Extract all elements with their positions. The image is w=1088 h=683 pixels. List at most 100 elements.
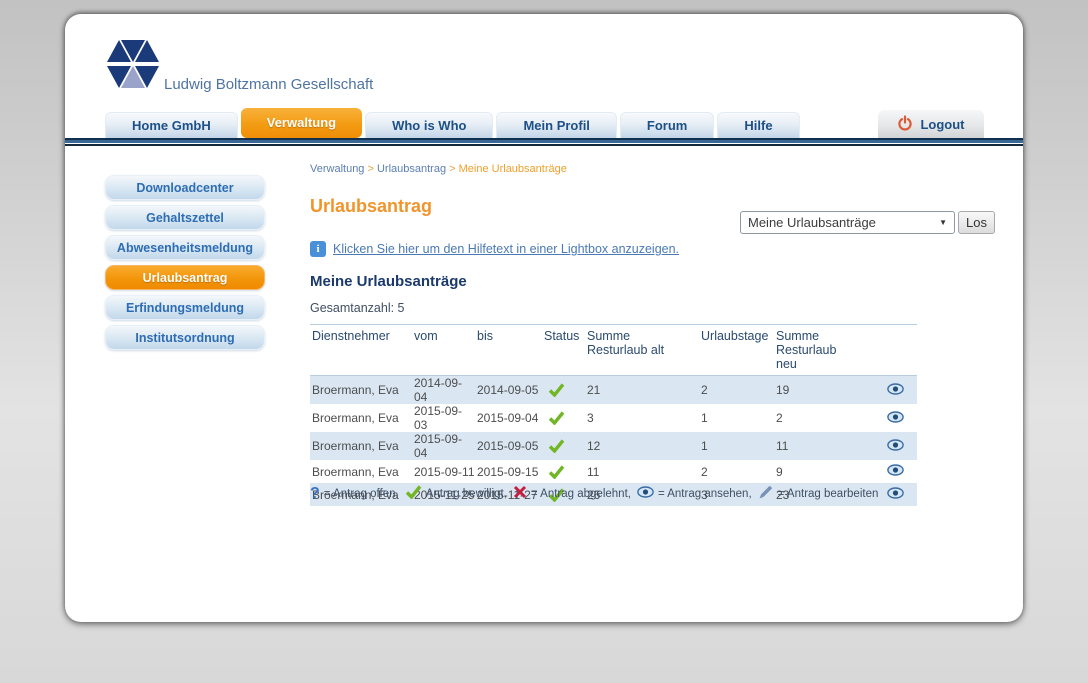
table-row: Broermann, Eva2014-09-042014-09-05 21219 <box>310 376 917 405</box>
section-title: Meine Urlaubsanträge <box>310 273 467 290</box>
help-lightbox-link[interactable]: Klicken Sie hier um den Hilfetext in ein… <box>333 242 679 256</box>
nav-tab-mein-profil[interactable]: Mein Profil <box>496 112 616 138</box>
power-icon <box>897 115 913 134</box>
report-filter: Meine Urlaubsanträge ▼ Los <box>740 211 995 234</box>
logout-label: Logout <box>920 117 964 132</box>
info-icon: i <box>310 241 326 257</box>
check-icon <box>544 411 565 425</box>
legend-text: = Antrag bearbeiten <box>778 488 879 500</box>
cell-rest-old: 12 <box>585 432 699 460</box>
cell-from-date: 2015-09-11 <box>412 460 475 483</box>
legend-text: = Antrag ansehen, <box>658 488 752 500</box>
cell-from-date: 2015-09-03 <box>412 404 475 432</box>
breadcrumb-item-meine-urlaubsantraege: Meine Urlaubsanträge <box>459 163 567 175</box>
company-logo-icon <box>105 38 161 95</box>
sidebar-item-gehaltszettel[interactable]: Gehaltszettel <box>105 205 265 230</box>
check-icon <box>405 485 422 502</box>
breadcrumb-item-urlaubsantrag[interactable]: Urlaubsantrag <box>377 163 446 175</box>
cell-actions <box>871 404 917 432</box>
legend-text: = Antrag offen, <box>324 488 399 500</box>
cell-rest-old: 21 <box>585 376 699 405</box>
nav-tab-verwaltung[interactable]: Verwaltung <box>241 108 362 138</box>
cell-vacation-days: 2 <box>699 376 774 405</box>
cell-vacation-days: 1 <box>699 432 774 460</box>
cell-employee: Broermann, Eva <box>310 376 412 405</box>
breadcrumb-separator: > <box>446 163 459 175</box>
column-header-summe-resturlaub-neu: Summe Resturlaub neu <box>774 325 871 376</box>
nav-separator <box>65 138 1023 146</box>
cell-rest-new: 19 <box>774 376 871 405</box>
status-legend: ? = Antrag offen, Antrag bewilligt, = Antra… <box>310 484 970 503</box>
report-select[interactable]: Meine Urlaubsanträge ▼ <box>740 211 955 234</box>
pencil-icon <box>758 484 774 503</box>
cell-actions <box>871 460 917 483</box>
sidebar: Downloadcenter Gehaltszettel Abwesenheitsm… <box>105 175 265 355</box>
column-header-dienstnehmer: Dienstnehmer <box>310 325 412 376</box>
cell-to-date: 2015-09-05 <box>475 432 542 460</box>
legend-item-eye: = Antrag ansehen, <box>637 486 752 501</box>
view-request-button[interactable] <box>887 383 904 398</box>
breadcrumb: Verwaltung > Urlaubsantrag > Meine Urlau… <box>310 163 567 175</box>
cell-status-bewilligt <box>542 432 585 460</box>
eye-icon <box>637 486 654 501</box>
legend-item-question: ? = Antrag offen, <box>310 487 399 501</box>
sidebar-item-institutsordnung[interactable]: Institutsordnung <box>105 325 265 350</box>
column-header-actions <box>871 325 917 376</box>
cell-to-date: 2014-09-05 <box>475 376 542 405</box>
nav-tab-forum[interactable]: Forum <box>620 112 714 138</box>
table-header-row: DienstnehmervombisStatusSumme Resturlaub… <box>310 325 917 376</box>
table-row: Broermann, Eva2015-09-032015-09-04312 <box>310 404 917 432</box>
cell-status-bewilligt <box>542 404 585 432</box>
check-icon <box>544 464 565 478</box>
view-request-button[interactable] <box>887 439 904 454</box>
total-count-label: Gesamtanzahl: 5 <box>310 301 405 315</box>
breadcrumb-item-verwaltung[interactable]: Verwaltung <box>310 163 364 175</box>
chevron-down-icon: ▼ <box>939 218 947 227</box>
breadcrumb-separator: > <box>364 163 377 175</box>
legend-text: = Antrag abgelehnt, <box>531 488 631 500</box>
eye-icon <box>887 440 904 454</box>
nav-tab-home-gmbh[interactable]: Home GmbH <box>105 112 238 138</box>
cell-from-date: 2014-09-04 <box>412 376 475 405</box>
eye-icon <box>887 465 904 479</box>
column-header-bis: bis <box>475 325 542 376</box>
check-icon <box>544 439 565 453</box>
cell-status-bewilligt <box>542 460 585 483</box>
nav-tab-hilfe[interactable]: Hilfe <box>717 112 799 138</box>
logout-button[interactable]: Logout <box>878 110 984 138</box>
sidebar-item-erfindungsmeldung[interactable]: Erfindungsmeldung <box>105 295 265 320</box>
legend-item-check: Antrag bewilligt, <box>405 485 507 502</box>
question-icon: ? <box>310 487 320 501</box>
sidebar-item-urlaubsantrag[interactable]: Urlaubsantrag <box>105 265 265 290</box>
table-row: Broermann, Eva2015-09-112015-09-151129 <box>310 460 917 483</box>
column-header-summe-resturlaub-alt: Summe Resturlaub alt <box>585 325 699 376</box>
cell-vacation-days: 1 <box>699 404 774 432</box>
view-request-button[interactable] <box>887 464 904 479</box>
legend-item-cross: = Antrag abgelehnt, <box>513 485 631 502</box>
brand-name: Ludwig Boltzmann Gesellschaft <box>164 76 373 93</box>
eye-icon <box>887 384 904 398</box>
cell-status-bewilligt <box>542 376 585 405</box>
check-icon <box>544 383 565 397</box>
cross-icon <box>513 485 527 502</box>
sidebar-item-downloadcenter[interactable]: Downloadcenter <box>105 175 265 200</box>
cell-rest-new: 9 <box>774 460 871 483</box>
cell-employee: Broermann, Eva <box>310 460 412 483</box>
legend-text: Antrag bewilligt, <box>426 488 507 500</box>
view-request-button[interactable] <box>887 411 904 426</box>
sidebar-item-abwesenheitsmeldung[interactable]: Abwesenheitsmeldung <box>105 235 265 260</box>
cell-vacation-days: 2 <box>699 460 774 483</box>
column-header-status: Status <box>542 325 585 376</box>
cell-rest-new: 2 <box>774 404 871 432</box>
cell-rest-old: 3 <box>585 404 699 432</box>
go-button[interactable]: Los <box>958 211 995 234</box>
table-row: Broermann, Eva2015-09-042015-09-0512111 <box>310 432 917 460</box>
cell-actions <box>871 376 917 405</box>
app-window: Ludwig Boltzmann Gesellschaft Home GmbHV… <box>65 14 1023 622</box>
column-header-urlaubstage: Urlaubstage <box>699 325 774 376</box>
nav-tab-who-is-who[interactable]: Who is Who <box>365 112 493 138</box>
cell-rest-new: 11 <box>774 432 871 460</box>
eye-icon <box>887 412 904 426</box>
cell-employee: Broermann, Eva <box>310 432 412 460</box>
cell-employee: Broermann, Eva <box>310 404 412 432</box>
